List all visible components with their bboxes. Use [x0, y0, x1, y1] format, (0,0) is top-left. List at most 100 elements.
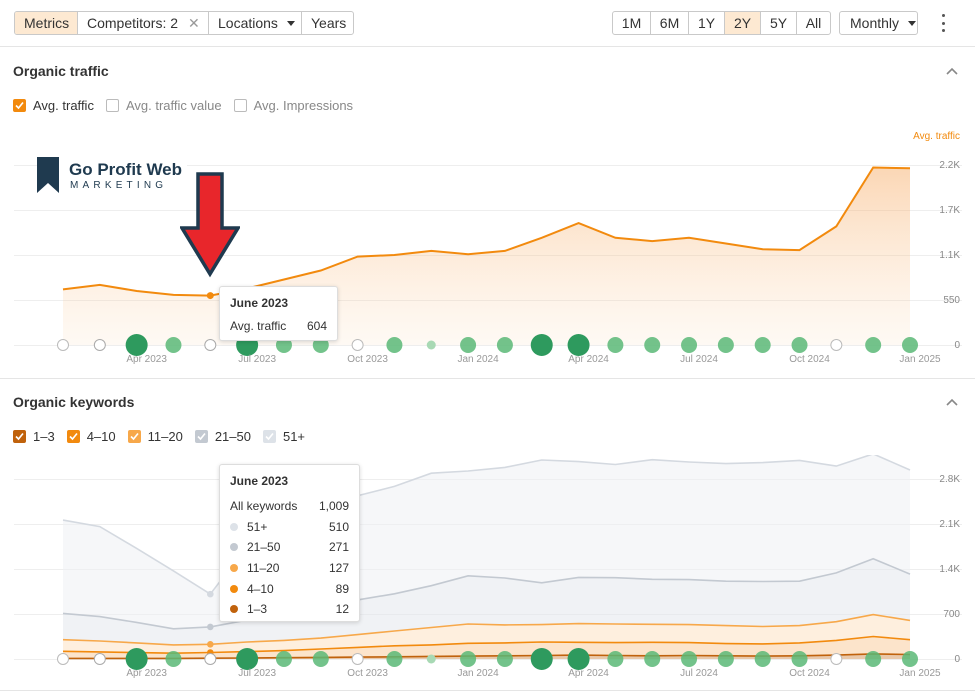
tooltip-label: 11–20: [247, 561, 280, 576]
range-2y[interactable]: 2Y: [725, 12, 761, 34]
y-tick-label: 2.1K: [939, 519, 960, 530]
legend-item[interactable]: 11–20: [127, 429, 183, 444]
checkbox-icon[interactable]: [194, 429, 208, 443]
checkbox-icon[interactable]: [66, 429, 80, 443]
logo-icon: [37, 157, 59, 193]
traffic-tooltip: June 2023 Avg. traffic 604: [219, 286, 338, 341]
tooltip-row: All keywords 1,009: [230, 496, 349, 517]
x-tick-label: Apr 2023: [126, 668, 167, 679]
tab-metrics-label: Metrics: [24, 15, 70, 31]
tab-competitors[interactable]: Competitors: 2 ✕: [78, 12, 209, 34]
traffic-section-title: Organic traffic: [13, 63, 109, 79]
range-6m[interactable]: 6M: [651, 12, 689, 34]
legend-avg-traffic[interactable]: Avg. traffic: [13, 98, 94, 113]
legend-label: 4–10: [86, 428, 116, 444]
event-marker: [351, 339, 364, 351]
event-marker: [426, 654, 436, 664]
y-tick-label: 550: [943, 295, 960, 306]
event-marker: [830, 339, 843, 351]
chevron-up-icon[interactable]: [946, 397, 958, 409]
checkbox-icon[interactable]: [13, 429, 26, 443]
legend-item[interactable]: 4–10: [66, 428, 116, 444]
legend-avg-impressions[interactable]: Avg. Impressions: [233, 98, 353, 113]
event-marker: [681, 337, 698, 353]
event-marker: [125, 648, 148, 670]
range-all[interactable]: All: [797, 12, 830, 34]
highlight-point: [206, 292, 214, 300]
event-marker: [717, 337, 734, 353]
legend-label: 51+: [282, 428, 306, 444]
series-dot: [230, 522, 238, 531]
range-5y-label: 5Y: [769, 15, 788, 31]
range-1m[interactable]: 1M: [613, 12, 651, 34]
event-marker: [717, 651, 734, 667]
y-tick-label: 1.7K: [939, 205, 960, 216]
event-marker: [351, 653, 364, 665]
granularity-label: Monthly: [850, 15, 900, 31]
tab-metrics[interactable]: Metrics: [15, 12, 78, 34]
chevron-up-icon[interactable]: [946, 66, 958, 78]
checkbox-icon[interactable]: [233, 98, 247, 112]
legend-label: Avg. traffic value: [125, 97, 222, 113]
range-selector: 1M 6M 1Y 2Y 5Y All: [612, 11, 831, 35]
keywords-tooltip: June 2023 All keywords 1,009 51+ 510 21–50 27…: [219, 464, 360, 622]
range-1y-label: 1Y: [697, 15, 716, 31]
legend-label: Avg. traffic: [33, 97, 94, 113]
checkbox-icon[interactable]: [262, 429, 276, 443]
range-5y[interactable]: 5Y: [761, 12, 797, 34]
event-marker: [607, 651, 624, 667]
tooltip-label: 51+: [247, 519, 268, 534]
event-marker: [460, 337, 477, 353]
tooltip-rows: All keywords 1,009 51+ 510 21–50 271 11–20 127 4…: [230, 496, 349, 620]
tooltip-value: 1,009: [318, 499, 349, 514]
tooltip-value: 510: [328, 519, 349, 534]
x-tick-label: Jul 2023: [238, 668, 276, 679]
event-marker: [865, 337, 882, 353]
legend-item[interactable]: 21–50: [194, 428, 251, 444]
tooltip-label: Avg. traffic: [230, 319, 287, 333]
keywords-chart[interactable]: 2.8K 2.1K 1.4K 700 0 Apr 2023 Jul 2023 Oct 2023…: [0, 455, 975, 685]
series-dot: [230, 564, 238, 573]
tab-locations[interactable]: Locations: [209, 12, 302, 34]
highlight-point: [207, 623, 214, 631]
chevron-down-icon: [286, 20, 295, 26]
event-marker: [530, 334, 553, 356]
series-dot: [230, 543, 238, 552]
highlight-point: [207, 641, 214, 648]
event-marker: [93, 653, 106, 665]
event-marker: [791, 337, 808, 353]
event-marker: [312, 651, 329, 667]
close-icon[interactable]: ✕: [188, 15, 200, 32]
x-tick-label: Jul 2024: [680, 668, 718, 679]
legend-label: 21–50: [214, 428, 251, 444]
x-tick-label: Jul 2023: [238, 354, 276, 365]
legend-avg-traffic-value[interactable]: Avg. traffic value: [105, 97, 222, 113]
tooltip-row: Avg. traffic 604: [230, 318, 327, 334]
event-marker: [754, 337, 771, 353]
event-marker: [57, 339, 69, 351]
event-marker: [830, 653, 843, 665]
granularity-dropdown[interactable]: Monthly: [839, 11, 918, 35]
y-tick-label: 0: [954, 654, 960, 665]
event-marker: [496, 651, 513, 667]
x-tick-label: Jan 2025: [899, 354, 941, 365]
legend-item[interactable]: 51+: [262, 428, 306, 444]
checkbox-icon[interactable]: [105, 98, 119, 112]
legend-label: 1–3: [33, 428, 55, 444]
event-marker: [275, 651, 292, 667]
tab-locations-label: Locations: [218, 15, 278, 31]
x-tick-label: Apr 2024: [568, 668, 609, 679]
tab-years[interactable]: Years: [302, 12, 353, 34]
checkbox-icon[interactable]: [127, 429, 141, 443]
tooltip-row: 11–20 127: [230, 558, 349, 579]
more-options-icon[interactable]: [940, 14, 946, 32]
event-marker: [644, 337, 661, 353]
range-1y[interactable]: 1Y: [689, 12, 725, 34]
tooltip-label: 1–3: [247, 602, 268, 617]
tooltip-value: 604: [306, 319, 327, 333]
checkbox-icon[interactable]: [13, 98, 26, 112]
x-tick-label: Oct 2024: [789, 354, 830, 365]
traffic-legend: Avg. traffic Avg. traffic value Avg. Imp…: [13, 97, 365, 113]
series-dot: [230, 584, 238, 593]
legend-item[interactable]: 1–3: [13, 429, 55, 444]
